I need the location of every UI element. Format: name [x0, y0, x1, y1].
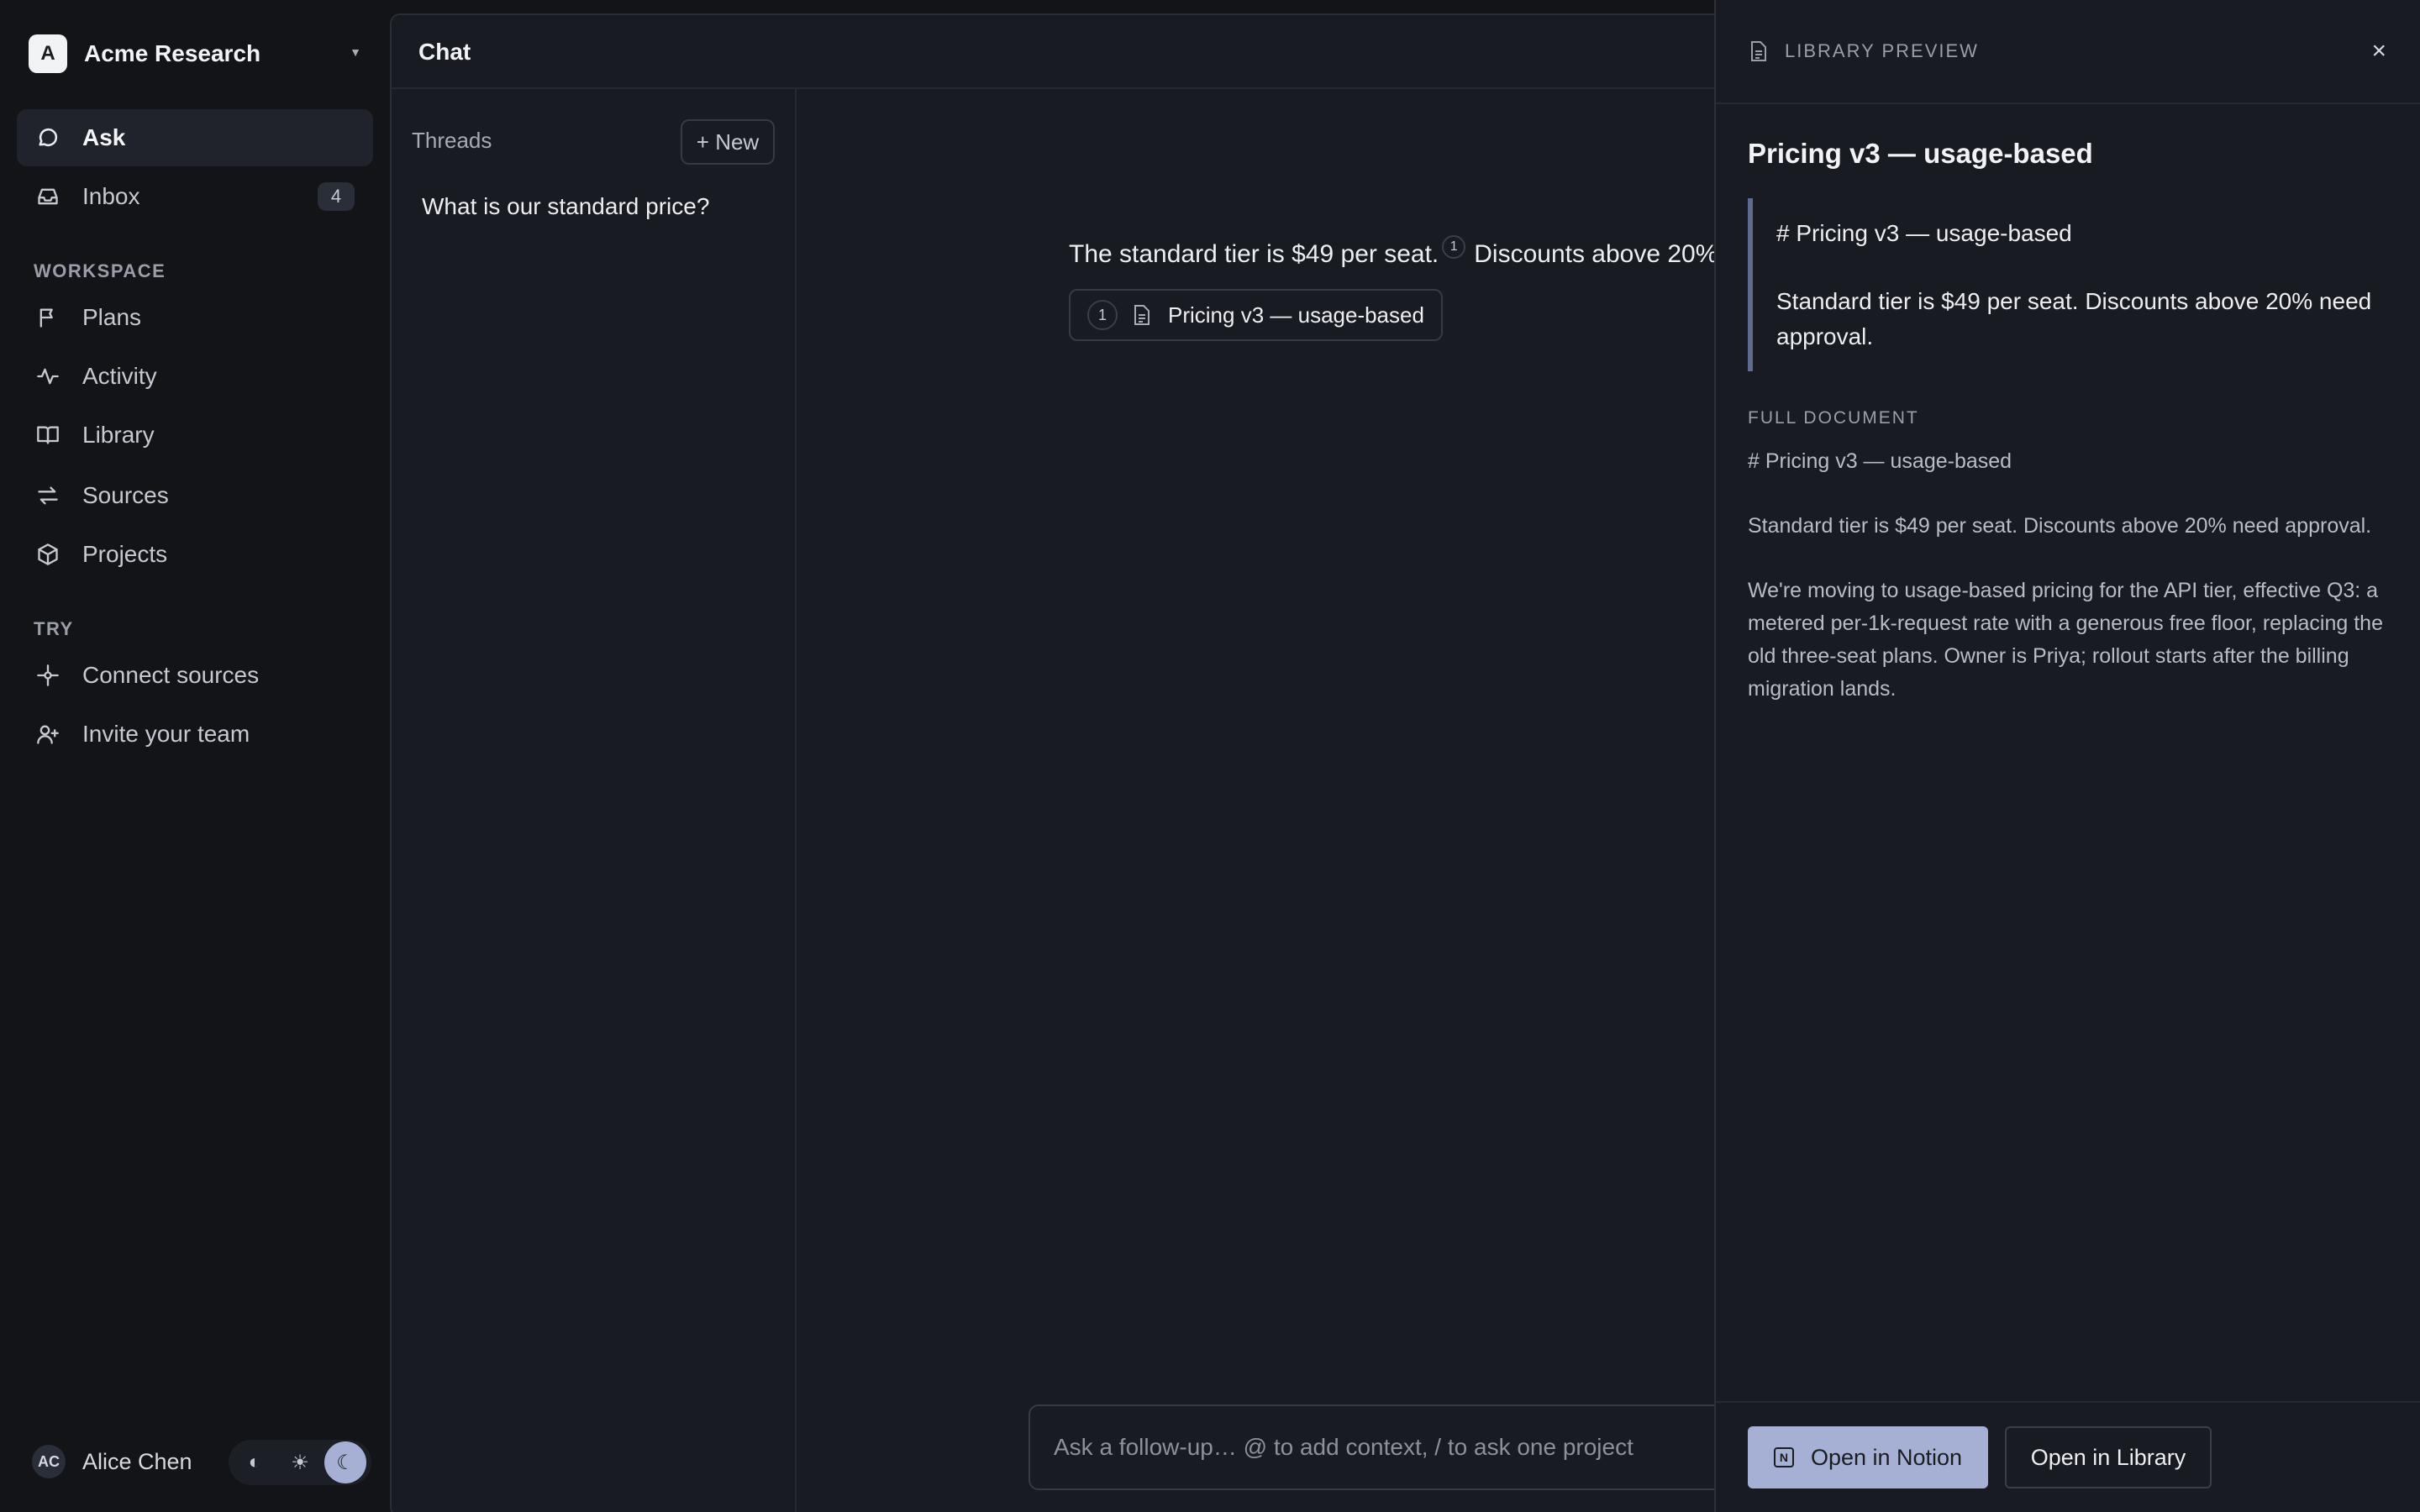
- workspace-switcher[interactable]: A Acme Research ▼: [29, 34, 365, 74]
- cube-icon: [35, 542, 60, 567]
- document-icon: [1749, 40, 1768, 62]
- sidebar-item-connect-sources[interactable]: Connect sources: [17, 647, 373, 704]
- caret-down-icon: ▼: [350, 45, 361, 59]
- connect-plug-icon: [35, 663, 60, 688]
- inbox-icon: [35, 184, 60, 209]
- document-icon: [1133, 304, 1151, 326]
- preview-header: LIBRARY PREVIEW ×: [1716, 0, 2420, 104]
- workspace-name: Acme Research: [84, 40, 261, 66]
- button-label: Open in Notion: [1810, 1444, 1963, 1470]
- avatar: AC: [32, 1445, 66, 1478]
- full-document-label: FULL DOCUMENT: [1748, 408, 1919, 428]
- excerpt-body: Standard tier is $49 per seat. Discounts…: [1776, 288, 2372, 349]
- document-heading: # Pricing v3 — usage-based: [1748, 449, 2012, 473]
- flag-icon: [35, 305, 60, 330]
- chat-bubble-icon: [35, 125, 60, 150]
- sidebar-item-invite-team[interactable]: Invite your team: [17, 706, 373, 763]
- sidebar-item-activity[interactable]: Activity: [17, 348, 373, 405]
- full-document-text: # Pricing v3 — usage-based Standard tier…: [1748, 445, 2403, 738]
- message-text: The standard tier is $49 per seat.: [1069, 240, 1439, 268]
- sidebar-item-projects[interactable]: Projects: [17, 526, 373, 583]
- section-label-try: TRY: [34, 618, 74, 639]
- cited-excerpt: # Pricing v3 — usage-based Standard tier…: [1748, 198, 2386, 371]
- open-in-library-button[interactable]: Open in Library: [2005, 1426, 2212, 1488]
- activity-pulse-icon: [35, 364, 60, 389]
- theme-dark-moon-icon[interactable]: ☾: [324, 1441, 366, 1483]
- sidebar-item-label: Activity: [82, 363, 157, 389]
- inbox-count-badge: 4: [318, 182, 355, 211]
- sidebar-item-label: Inbox: [82, 183, 140, 209]
- arrows-exchange-icon: [35, 483, 60, 508]
- theme-auto-icon[interactable]: ◐: [234, 1441, 276, 1483]
- sidebar-item-library[interactable]: Library: [17, 407, 373, 464]
- sidebar-item-label: Projects: [82, 541, 168, 567]
- preview-footer: N Open in Notion Open in Library: [1716, 1401, 2420, 1512]
- sidebar-item-ask[interactable]: Ask: [17, 109, 373, 166]
- sidebar: A Acme Research ▼ Ask Inbox 4 WORKSPACE …: [0, 0, 390, 1512]
- citation-chip-label: Pricing v3 — usage-based: [1168, 302, 1424, 328]
- user-name: Alice Chen: [82, 1448, 192, 1474]
- document-paragraph: Standard tier is $49 per seat. Discounts…: [1748, 514, 2372, 538]
- assistant-message: The standard tier is $49 per seat. 1 Disco…: [1069, 235, 1753, 269]
- sidebar-item-label: Library: [82, 422, 155, 448]
- workspace-logo: A: [29, 34, 67, 73]
- new-thread-button[interactable]: + New: [681, 119, 775, 165]
- document-paragraph: We're moving to usage-based pricing for …: [1748, 579, 2383, 701]
- sidebar-item-label: Ask: [82, 124, 126, 150]
- excerpt-heading: # Pricing v3 — usage-based: [1776, 220, 2072, 246]
- thread-item[interactable]: What is our standard price?: [422, 193, 709, 220]
- citation-chip[interactable]: 1 Pricing v3 — usage-based: [1069, 289, 1443, 341]
- page-title: Chat: [418, 39, 471, 65]
- citation-number: 1: [1087, 300, 1118, 330]
- sidebar-item-inbox[interactable]: Inbox 4: [17, 168, 373, 225]
- preview-title: Pricing v3 — usage-based: [1748, 138, 2093, 169]
- preview-kicker: LIBRARY PREVIEW: [1785, 40, 1979, 61]
- sidebar-item-label: Sources: [82, 482, 169, 508]
- user-profile[interactable]: AC Alice Chen: [32, 1445, 192, 1478]
- notion-icon: N: [1773, 1447, 1794, 1467]
- threads-panel: Threads + New What is our standard price…: [392, 89, 797, 1512]
- user-plus-icon: [35, 722, 60, 747]
- sidebar-item-plans[interactable]: Plans: [17, 289, 373, 346]
- sidebar-item-label: Plans: [82, 304, 142, 330]
- sidebar-item-sources[interactable]: Sources: [17, 467, 373, 524]
- close-icon[interactable]: ×: [2371, 37, 2386, 66]
- open-in-notion-button[interactable]: N Open in Notion: [1748, 1426, 1988, 1488]
- sidebar-item-label: Invite your team: [82, 721, 250, 747]
- message-text: Discounts above 20% ne: [1474, 240, 1754, 268]
- library-preview-panel: LIBRARY PREVIEW × Pricing v3 — usage-bas…: [1714, 0, 2420, 1512]
- threads-heading: Threads: [412, 128, 492, 153]
- book-open-icon: [35, 423, 60, 448]
- sidebar-item-label: Connect sources: [82, 662, 260, 688]
- citation-marker[interactable]: 1: [1442, 235, 1466, 259]
- section-label-workspace: WORKSPACE: [34, 260, 166, 281]
- theme-toggle: ◐ ☀ ☾: [229, 1440, 371, 1485]
- theme-light-sun-icon[interactable]: ☀: [279, 1441, 321, 1483]
